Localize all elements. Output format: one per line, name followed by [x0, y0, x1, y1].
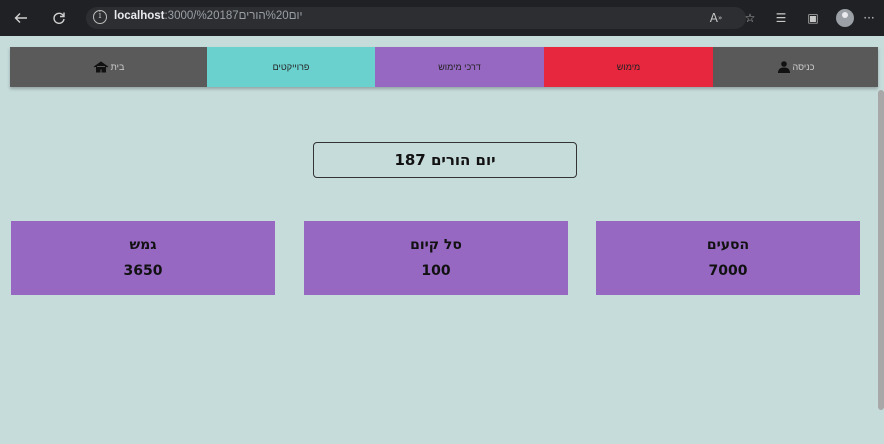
user-icon: [777, 61, 790, 73]
nav-home[interactable]: בית: [10, 47, 207, 87]
card-label: הסעים: [706, 237, 750, 253]
nav-projects-label: פרוייקטים: [272, 62, 310, 72]
back-arrow-icon[interactable]: [12, 9, 30, 27]
card-hasaim: הסעים 7000: [596, 221, 860, 295]
favorite-icon[interactable]: ☆: [741, 9, 759, 27]
browser-toolbar: i localhost:3000/%20187יום%20הורים A» ☆ …: [0, 0, 884, 36]
more-menu-icon[interactable]: ···: [860, 9, 878, 27]
card-value: 3650: [123, 263, 163, 279]
page-title: יום הורים 187: [313, 142, 577, 178]
favorites-list-icon[interactable]: ☰: [772, 9, 790, 27]
nav-guides-label: דרכי מימוש: [438, 62, 481, 72]
main-nav: בית פרוייקטים דרכי מימוש מימוש כניסה: [10, 47, 878, 87]
nav-login-label: כניסה: [792, 62, 815, 72]
scrollbar[interactable]: [878, 90, 884, 410]
collections-icon[interactable]: ▣: [804, 9, 822, 27]
card-sal-kiyum: סל קיום 100: [304, 221, 568, 295]
read-aloud-icon[interactable]: A»: [707, 9, 725, 27]
card-gemesh: גמש 3650: [11, 221, 275, 295]
page-title-text: יום הורים 187: [394, 151, 496, 169]
card-value: 100: [421, 263, 451, 279]
home-icon: [93, 61, 108, 73]
nav-home-label: בית: [110, 62, 125, 72]
card-value: 7000: [708, 263, 748, 279]
nav-login[interactable]: כניסה: [713, 47, 878, 87]
nav-implementation-guides[interactable]: דרכי מימוש: [375, 47, 544, 87]
address-url: localhost:3000/%20187יום%20הורים: [114, 10, 303, 22]
nav-implementation-label: מימוש: [616, 62, 641, 72]
refresh-icon[interactable]: [50, 9, 68, 27]
card-label: גמש: [129, 237, 157, 253]
site-info-icon[interactable]: i: [93, 10, 107, 24]
address-bar[interactable]: i localhost:3000/%20187יום%20הורים: [86, 7, 746, 29]
profile-avatar-icon[interactable]: [836, 9, 854, 27]
card-label: סל קיום: [410, 237, 462, 253]
nav-implementation[interactable]: מימוש: [544, 47, 713, 87]
nav-projects[interactable]: פרוייקטים: [207, 47, 375, 87]
